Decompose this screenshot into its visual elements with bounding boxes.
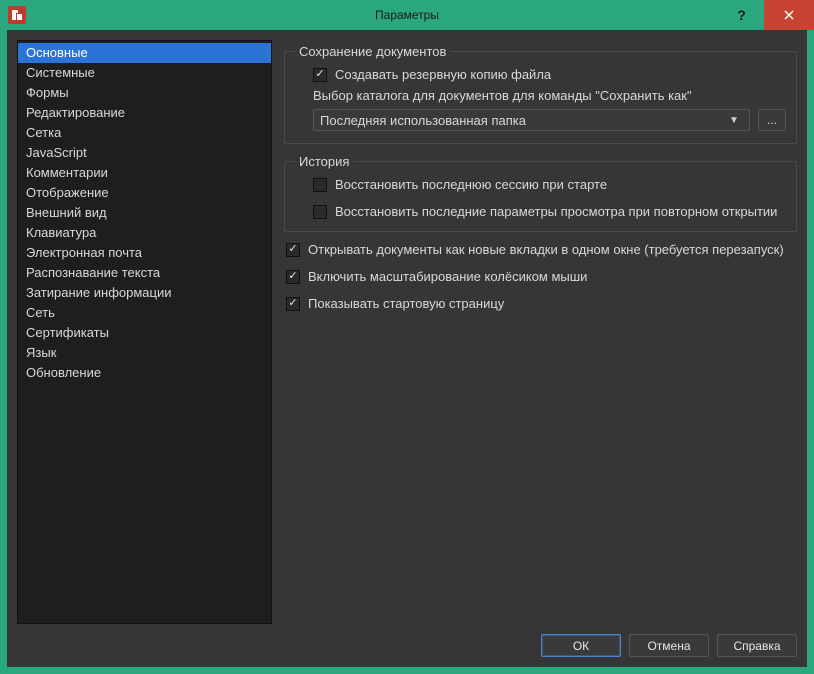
free-options: Открывать документы как новые вкладки в … — [284, 242, 797, 311]
opt-tabs-row[interactable]: Открывать документы как новые вкладки в … — [286, 242, 797, 257]
save-folder-select[interactable]: Последняя использованная папка ▼ — [313, 109, 750, 131]
sidebar-item-5[interactable]: JavaScript — [18, 143, 271, 163]
opt-start-label: Показывать стартовую страницу — [308, 296, 504, 311]
restore-session-label: Восстановить последнюю сессию при старте — [335, 177, 607, 192]
button-bar: ОК Отмена Справка — [17, 624, 797, 657]
opt-wheel-row[interactable]: Включить масштабирование колёсиком мыши — [286, 269, 797, 284]
sidebar-item-3[interactable]: Редактирование — [18, 103, 271, 123]
group-save-legend: Сохранение документов — [295, 44, 450, 59]
cancel-button[interactable]: Отмена — [629, 634, 709, 657]
sidebar-item-0[interactable]: Основные — [18, 43, 271, 63]
sidebar-item-6[interactable]: Комментарии — [18, 163, 271, 183]
browse-folder-button[interactable]: ... — [758, 109, 786, 131]
restore-session-checkbox[interactable] — [313, 178, 327, 192]
title-controls: ? — [719, 0, 814, 30]
titlebar: Параметры ? — [0, 0, 814, 30]
sidebar-item-10[interactable]: Электронная почта — [18, 243, 271, 263]
group-save-documents: Сохранение документов Создавать резервну… — [284, 44, 797, 144]
group-history: История Восстановить последнюю сессию пр… — [284, 154, 797, 232]
sidebar-item-2[interactable]: Формы — [18, 83, 271, 103]
opt-start-checkbox[interactable] — [286, 297, 300, 311]
help-button-bottom[interactable]: Справка — [717, 634, 797, 657]
backup-checkbox[interactable] — [313, 68, 327, 82]
save-folder-select-value: Последняя использованная папка — [320, 113, 725, 128]
category-sidebar[interactable]: ОсновныеСистемныеФормыРедактированиеСетк… — [17, 40, 272, 624]
restore-view-checkbox[interactable] — [313, 205, 327, 219]
group-history-legend: История — [295, 154, 353, 169]
sidebar-item-14[interactable]: Сертификаты — [18, 323, 271, 343]
main-panel: Сохранение документов Создавать резервну… — [284, 40, 797, 624]
backup-checkbox-row[interactable]: Создавать резервную копию файла — [313, 67, 786, 82]
opt-tabs-checkbox[interactable] — [286, 243, 300, 257]
window-title: Параметры — [0, 8, 814, 22]
opt-wheel-label: Включить масштабирование колёсиком мыши — [308, 269, 587, 284]
sidebar-item-15[interactable]: Язык — [18, 343, 271, 363]
restore-session-row[interactable]: Восстановить последнюю сессию при старте — [313, 177, 786, 192]
sidebar-item-13[interactable]: Сеть — [18, 303, 271, 323]
settings-window: Параметры ? ОсновныеСистемныеФормыРедакт… — [0, 0, 814, 674]
sidebar-item-16[interactable]: Обновление — [18, 363, 271, 383]
sidebar-item-12[interactable]: Затирание информации — [18, 283, 271, 303]
sidebar-item-11[interactable]: Распознавание текста — [18, 263, 271, 283]
ok-button[interactable]: ОК — [541, 634, 621, 657]
sidebar-item-1[interactable]: Системные — [18, 63, 271, 83]
content-row: ОсновныеСистемныеФормыРедактированиеСетк… — [17, 40, 797, 624]
close-icon — [784, 10, 794, 20]
opt-tabs-label: Открывать документы как новые вкладки в … — [308, 242, 784, 257]
client-area: ОсновныеСистемныеФормыРедактированиеСетк… — [7, 30, 807, 667]
sidebar-item-9[interactable]: Клавиатура — [18, 223, 271, 243]
restore-view-label: Восстановить последние параметры просмот… — [335, 204, 777, 219]
opt-start-row[interactable]: Показывать стартовую страницу — [286, 296, 797, 311]
help-button[interactable]: ? — [719, 0, 764, 30]
save-folder-label: Выбор каталога для документов для команд… — [313, 88, 786, 103]
close-button[interactable] — [764, 0, 814, 30]
app-icon — [8, 6, 26, 24]
sidebar-item-4[interactable]: Сетка — [18, 123, 271, 143]
opt-wheel-checkbox[interactable] — [286, 270, 300, 284]
chevron-down-icon: ▼ — [725, 115, 743, 126]
sidebar-item-8[interactable]: Внешний вид — [18, 203, 271, 223]
backup-checkbox-label: Создавать резервную копию файла — [335, 67, 551, 82]
restore-view-row[interactable]: Восстановить последние параметры просмот… — [313, 204, 786, 219]
sidebar-item-7[interactable]: Отображение — [18, 183, 271, 203]
